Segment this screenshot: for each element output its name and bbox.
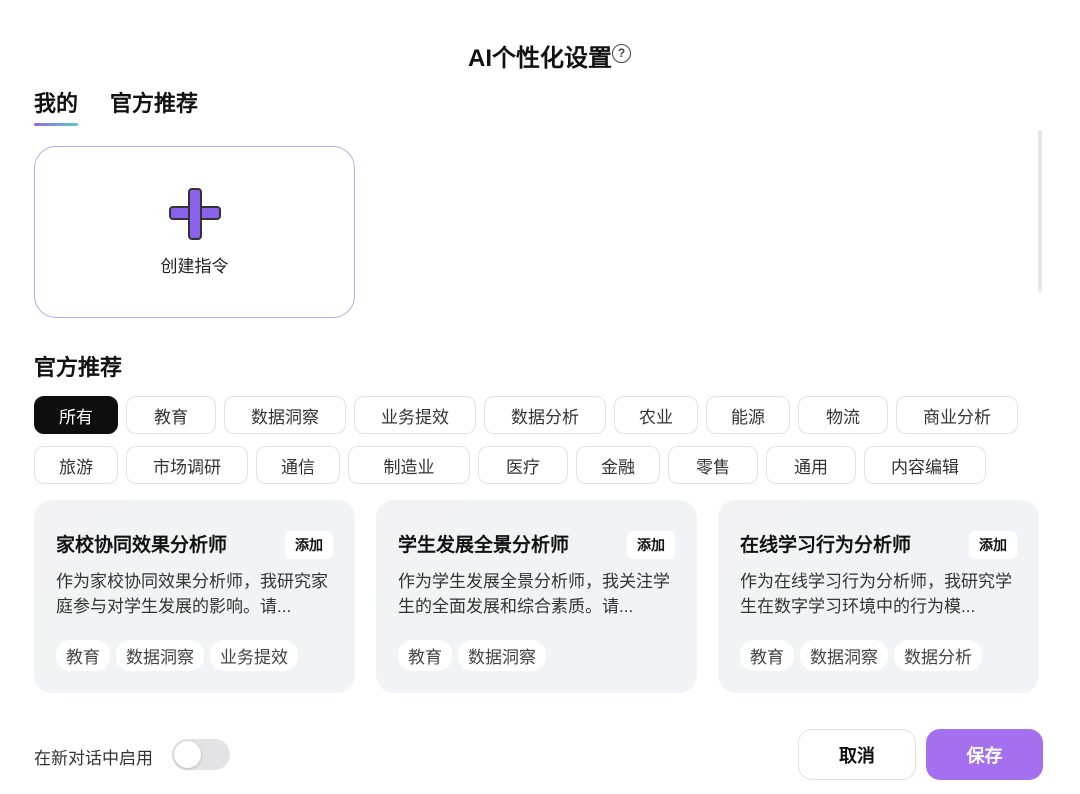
category-chip[interactable]: 教育 bbox=[126, 396, 216, 434]
category-row: 所有 教育 数据洞察 业务提效 数据分析 农业 能源 物流 商业分析 bbox=[34, 396, 1034, 434]
enable-label: 在新对话中启用 bbox=[34, 749, 153, 768]
card-tag: 数据洞察 bbox=[800, 640, 888, 671]
category-row: 旅游 市场调研 通信 制造业 医疗 金融 零售 通用 内容编辑 bbox=[34, 446, 1034, 484]
category-chip[interactable]: 所有 bbox=[34, 396, 118, 434]
card-description: 作为在线学习行为分析师，我研究学生在数字学习环境中的行为模... bbox=[740, 572, 1012, 616]
category-chip[interactable]: 医疗 bbox=[478, 446, 568, 484]
scrollbar[interactable] bbox=[1038, 130, 1042, 292]
enable-toggle[interactable] bbox=[172, 739, 230, 770]
category-chip[interactable]: 旅游 bbox=[34, 446, 118, 484]
category-chip[interactable]: 市场调研 bbox=[126, 446, 248, 484]
card-tag: 数据洞察 bbox=[116, 640, 204, 671]
toggle-knob bbox=[174, 741, 201, 768]
tab-bar: 我的 官方推荐 bbox=[34, 86, 198, 126]
card-tag: 数据分析 bbox=[894, 640, 982, 671]
category-chip[interactable]: 农业 bbox=[614, 396, 698, 434]
card-tag: 教育 bbox=[398, 640, 452, 671]
add-button[interactable]: 添加 bbox=[285, 531, 333, 559]
card-tag: 教育 bbox=[56, 640, 110, 671]
card-tag: 数据洞察 bbox=[458, 640, 546, 671]
category-chip[interactable]: 物流 bbox=[798, 396, 888, 434]
category-chip[interactable]: 零售 bbox=[668, 446, 758, 484]
category-chip[interactable]: 金融 bbox=[576, 446, 660, 484]
add-button[interactable]: 添加 bbox=[969, 531, 1017, 559]
card-tags: 教育 数据洞察 数据分析 bbox=[740, 640, 982, 671]
card-description: 作为家校协同效果分析师，我研究家庭参与对学生发展的影响。请... bbox=[56, 572, 328, 616]
cancel-button[interactable]: 取消 bbox=[798, 729, 916, 780]
category-chip[interactable]: 商业分析 bbox=[896, 396, 1018, 434]
recommendation-card[interactable]: 在线学习行为分析师 添加 作为在线学习行为分析师，我研究学生在数字学习环境中的行… bbox=[718, 500, 1039, 693]
card-tags: 教育 数据洞察 bbox=[398, 640, 546, 671]
card-tag: 业务提效 bbox=[210, 640, 298, 671]
category-chip[interactable]: 制造业 bbox=[348, 446, 470, 484]
card-tags: 教育 数据洞察 业务提效 bbox=[56, 640, 298, 671]
category-chip[interactable]: 能源 bbox=[706, 396, 790, 434]
category-chip[interactable]: 通用 bbox=[766, 446, 856, 484]
tab-official[interactable]: 官方推荐 bbox=[110, 86, 198, 126]
recommendation-card[interactable]: 家校协同效果分析师 添加 作为家校协同效果分析师，我研究家庭参与对学生发展的影响… bbox=[34, 500, 355, 693]
category-chip[interactable]: 内容编辑 bbox=[864, 446, 986, 484]
create-instruction-label: 创建指令 bbox=[160, 256, 229, 276]
tab-mine[interactable]: 我的 bbox=[34, 86, 79, 126]
category-chip[interactable]: 数据洞察 bbox=[224, 396, 346, 434]
plus-icon bbox=[168, 187, 221, 240]
create-instruction-button[interactable]: 创建指令 bbox=[34, 146, 355, 318]
section-title: 官方推荐 bbox=[34, 355, 123, 380]
recommendation-cards: 家校协同效果分析师 添加 作为家校协同效果分析师，我研究家庭参与对学生发展的影响… bbox=[34, 500, 1039, 693]
category-chip[interactable]: 业务提效 bbox=[354, 396, 476, 434]
category-chip[interactable]: 通信 bbox=[256, 446, 340, 484]
dialog-title: AI个性化设置 bbox=[468, 45, 612, 72]
card-tag: 教育 bbox=[740, 640, 794, 671]
save-button[interactable]: 保存 bbox=[926, 729, 1043, 780]
card-description: 作为学生发展全景分析师，我关注学生的全面发展和综合素质。请... bbox=[398, 572, 670, 616]
add-button[interactable]: 添加 bbox=[627, 531, 675, 559]
question-circle-icon[interactable]: ? bbox=[612, 44, 631, 63]
recommendation-card[interactable]: 学生发展全景分析师 添加 作为学生发展全景分析师，我关注学生的全面发展和综合素质… bbox=[376, 500, 697, 693]
category-chip[interactable]: 数据分析 bbox=[484, 396, 606, 434]
